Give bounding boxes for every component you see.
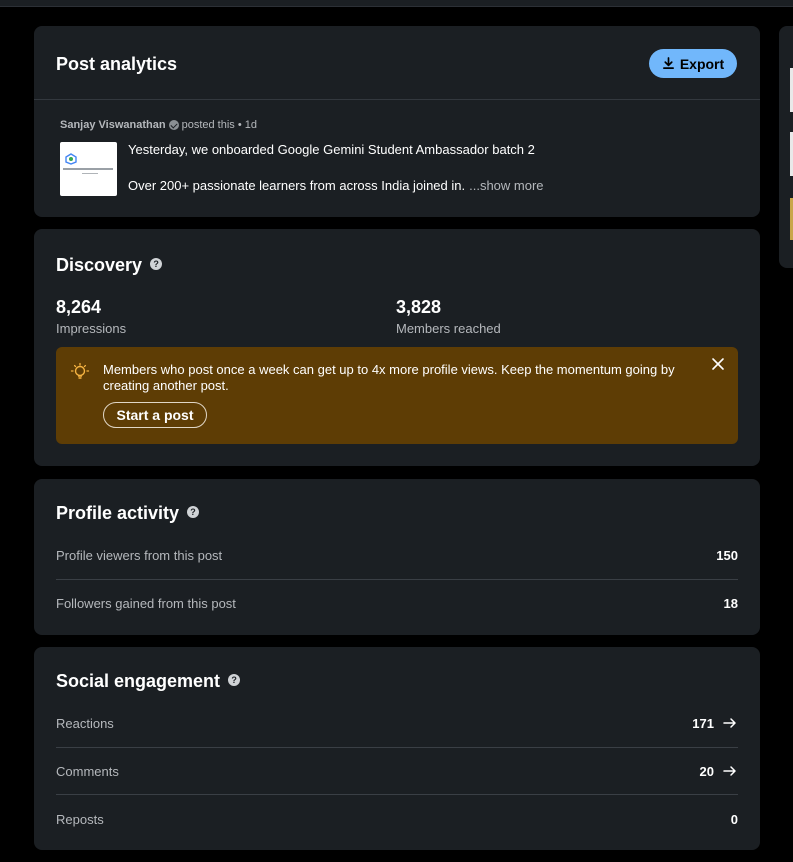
reposts-label: Reposts [56,812,104,827]
post-text-line-1: Yesterday, we onboarded Google Gemini St… [128,142,535,157]
comments-label[interactable]: Comments [56,764,119,779]
lightbulb-icon [70,362,90,379]
download-icon [662,57,674,69]
gemini-logo-icon [65,153,77,165]
discovery-card: Discovery? 8,264 Impressions 3,828 Membe… [34,229,760,466]
reposts-value: 0 [730,812,738,827]
impressions-value: 8,264 [56,297,102,317]
export-button[interactable]: Export [649,49,737,78]
top-nav-bar [0,0,793,7]
help-icon[interactable]: ? [228,674,241,687]
verified-icon [168,120,179,130]
arrow-right-icon[interactable] [723,717,737,729]
author-meta: posted this • 1d [181,119,257,131]
banner-text: Members who post once a week can get up … [103,362,675,393]
page-title: Post analytics [56,54,178,74]
profile-viewers-value: 150 [716,548,738,563]
export-label: Export [679,55,725,72]
post-author-line: Sanjay Viswanathan posted this • 1d [60,119,257,131]
reactions-value[interactable]: 171 [692,716,714,731]
help-icon[interactable]: ? [187,506,200,519]
thumbnail-text-line [63,168,113,170]
divider [34,99,760,100]
help-icon[interactable]: ? [150,258,163,271]
start-post-button[interactable]: Start a post [103,402,207,428]
author-name[interactable]: Sanjay Viswanathan [60,119,166,131]
discovery-title: Discovery [56,255,143,275]
social-engagement-card: Social engagement? Reactions 171 Comment… [34,647,760,850]
post-text: Over 200+ passionate learners from acros… [128,178,466,193]
reactions-label[interactable]: Reactions [56,716,114,731]
arrow-right-icon[interactable] [723,765,737,777]
post-text-line-2: Over 200+ passionate learners from acros… [128,178,544,193]
thumbnail-text-line [82,173,98,174]
row-divider [56,579,738,580]
section-title: Profile activity? [56,503,200,524]
show-more-link[interactable]: ...show more [469,178,543,193]
profile-viewers-label: Profile viewers from this post [56,548,223,563]
members-reached-label: Members reached [396,321,501,336]
followers-gained-label: Followers gained from this post [56,596,236,611]
post-analytics-card: Post analytics Export Sanjay Viswanathan… [34,26,760,217]
profile-activity-card: Profile activity? Profile viewers from t… [34,479,760,635]
row-divider [56,747,738,748]
close-icon[interactable] [711,357,725,371]
followers-gained-value: 18 [723,596,738,611]
members-reached-value: 3,828 [396,297,442,317]
social-engagement-title: Social engagement [56,671,221,691]
row-divider [56,794,738,795]
profile-activity-title: Profile activity [56,503,180,523]
section-title: Discovery? [56,255,163,276]
post-thumbnail[interactable] [60,142,117,196]
section-title: Social engagement? [56,671,241,692]
right-sidebar-card [779,26,793,268]
impressions-label: Impressions [56,321,127,336]
tip-banner: Members who post once a week can get up … [56,347,738,444]
comments-value[interactable]: 20 [700,764,714,779]
